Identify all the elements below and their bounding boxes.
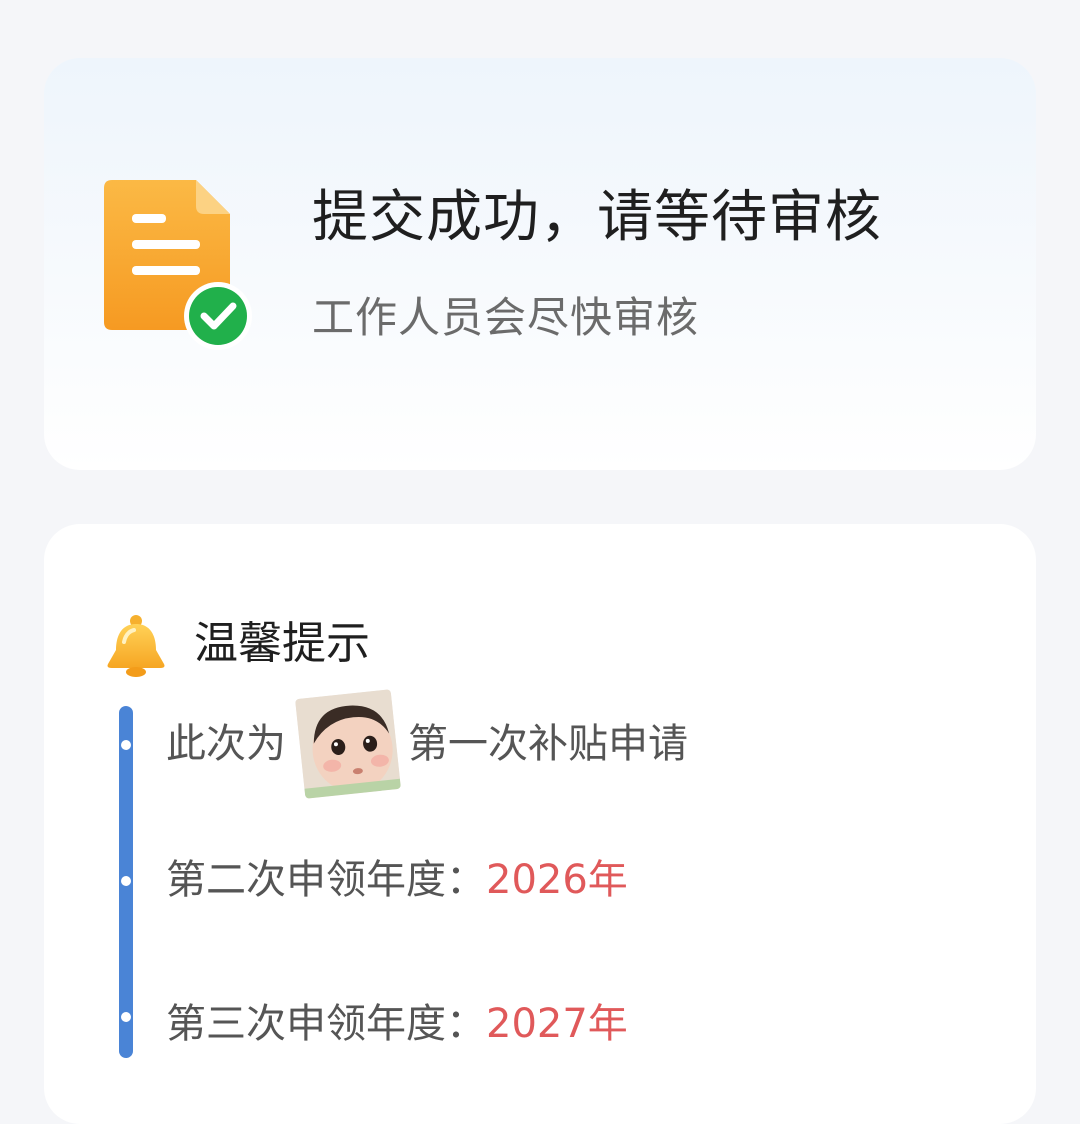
tip-item-second-year: 第二次申领年度： 2026年 <box>166 852 628 908</box>
timeline-dot <box>121 740 131 750</box>
tips-title: 温馨提示 <box>194 618 370 669</box>
timeline-dot <box>121 876 131 886</box>
bell-icon <box>107 615 165 677</box>
tip-label: 第三次申领年度： <box>166 1001 486 1047</box>
tip-value: 2026年 <box>486 857 628 903</box>
status-subtitle: 工作人员会尽快审核 <box>312 293 700 342</box>
tip-item-third-year: 第三次申领年度： 2027年 <box>166 996 628 1052</box>
baby-face-sticker <box>295 689 401 799</box>
tip-suffix: 第一次补贴申请 <box>408 721 688 767</box>
tip-label: 第二次申领年度： <box>166 857 486 903</box>
tip-value: 2027年 <box>486 1001 628 1047</box>
tip-prefix: 此次为 <box>166 721 286 767</box>
tip-item-application-count: 此次为 第一次补贴申请 <box>166 689 688 799</box>
timeline-dot <box>121 1012 131 1022</box>
document-check-icon <box>104 180 252 350</box>
status-title: 提交成功，请等待审核 <box>312 185 882 250</box>
